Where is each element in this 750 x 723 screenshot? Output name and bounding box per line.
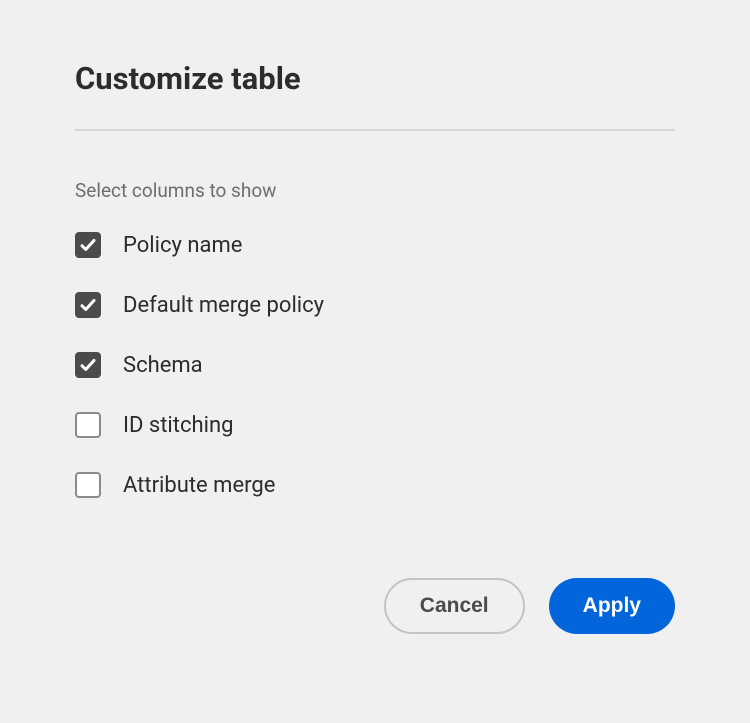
dialog-footer: Cancel Apply: [75, 578, 675, 634]
checkbox-icon: [75, 292, 101, 318]
checkbox-icon: [75, 472, 101, 498]
option-default-merge-policy[interactable]: Default merge policy: [75, 292, 675, 318]
checkbox-icon: [75, 352, 101, 378]
option-label: Attribute merge: [123, 473, 275, 498]
checkbox-icon: [75, 232, 101, 258]
option-id-stitching[interactable]: ID stitching: [75, 412, 675, 438]
option-label: Default merge policy: [123, 293, 324, 318]
apply-button[interactable]: Apply: [549, 578, 675, 634]
option-schema[interactable]: Schema: [75, 352, 675, 378]
options-list: Policy name Default merge policy Schema …: [75, 232, 675, 498]
option-label: Schema: [123, 353, 203, 378]
option-policy-name[interactable]: Policy name: [75, 232, 675, 258]
cancel-button[interactable]: Cancel: [384, 578, 525, 634]
dialog-title: Customize table: [75, 60, 675, 97]
option-label: ID stitching: [123, 413, 233, 438]
checkbox-icon: [75, 412, 101, 438]
option-label: Policy name: [123, 233, 242, 258]
divider: [75, 129, 675, 131]
dialog-subtitle: Select columns to show: [75, 179, 675, 202]
option-attribute-merge[interactable]: Attribute merge: [75, 472, 675, 498]
